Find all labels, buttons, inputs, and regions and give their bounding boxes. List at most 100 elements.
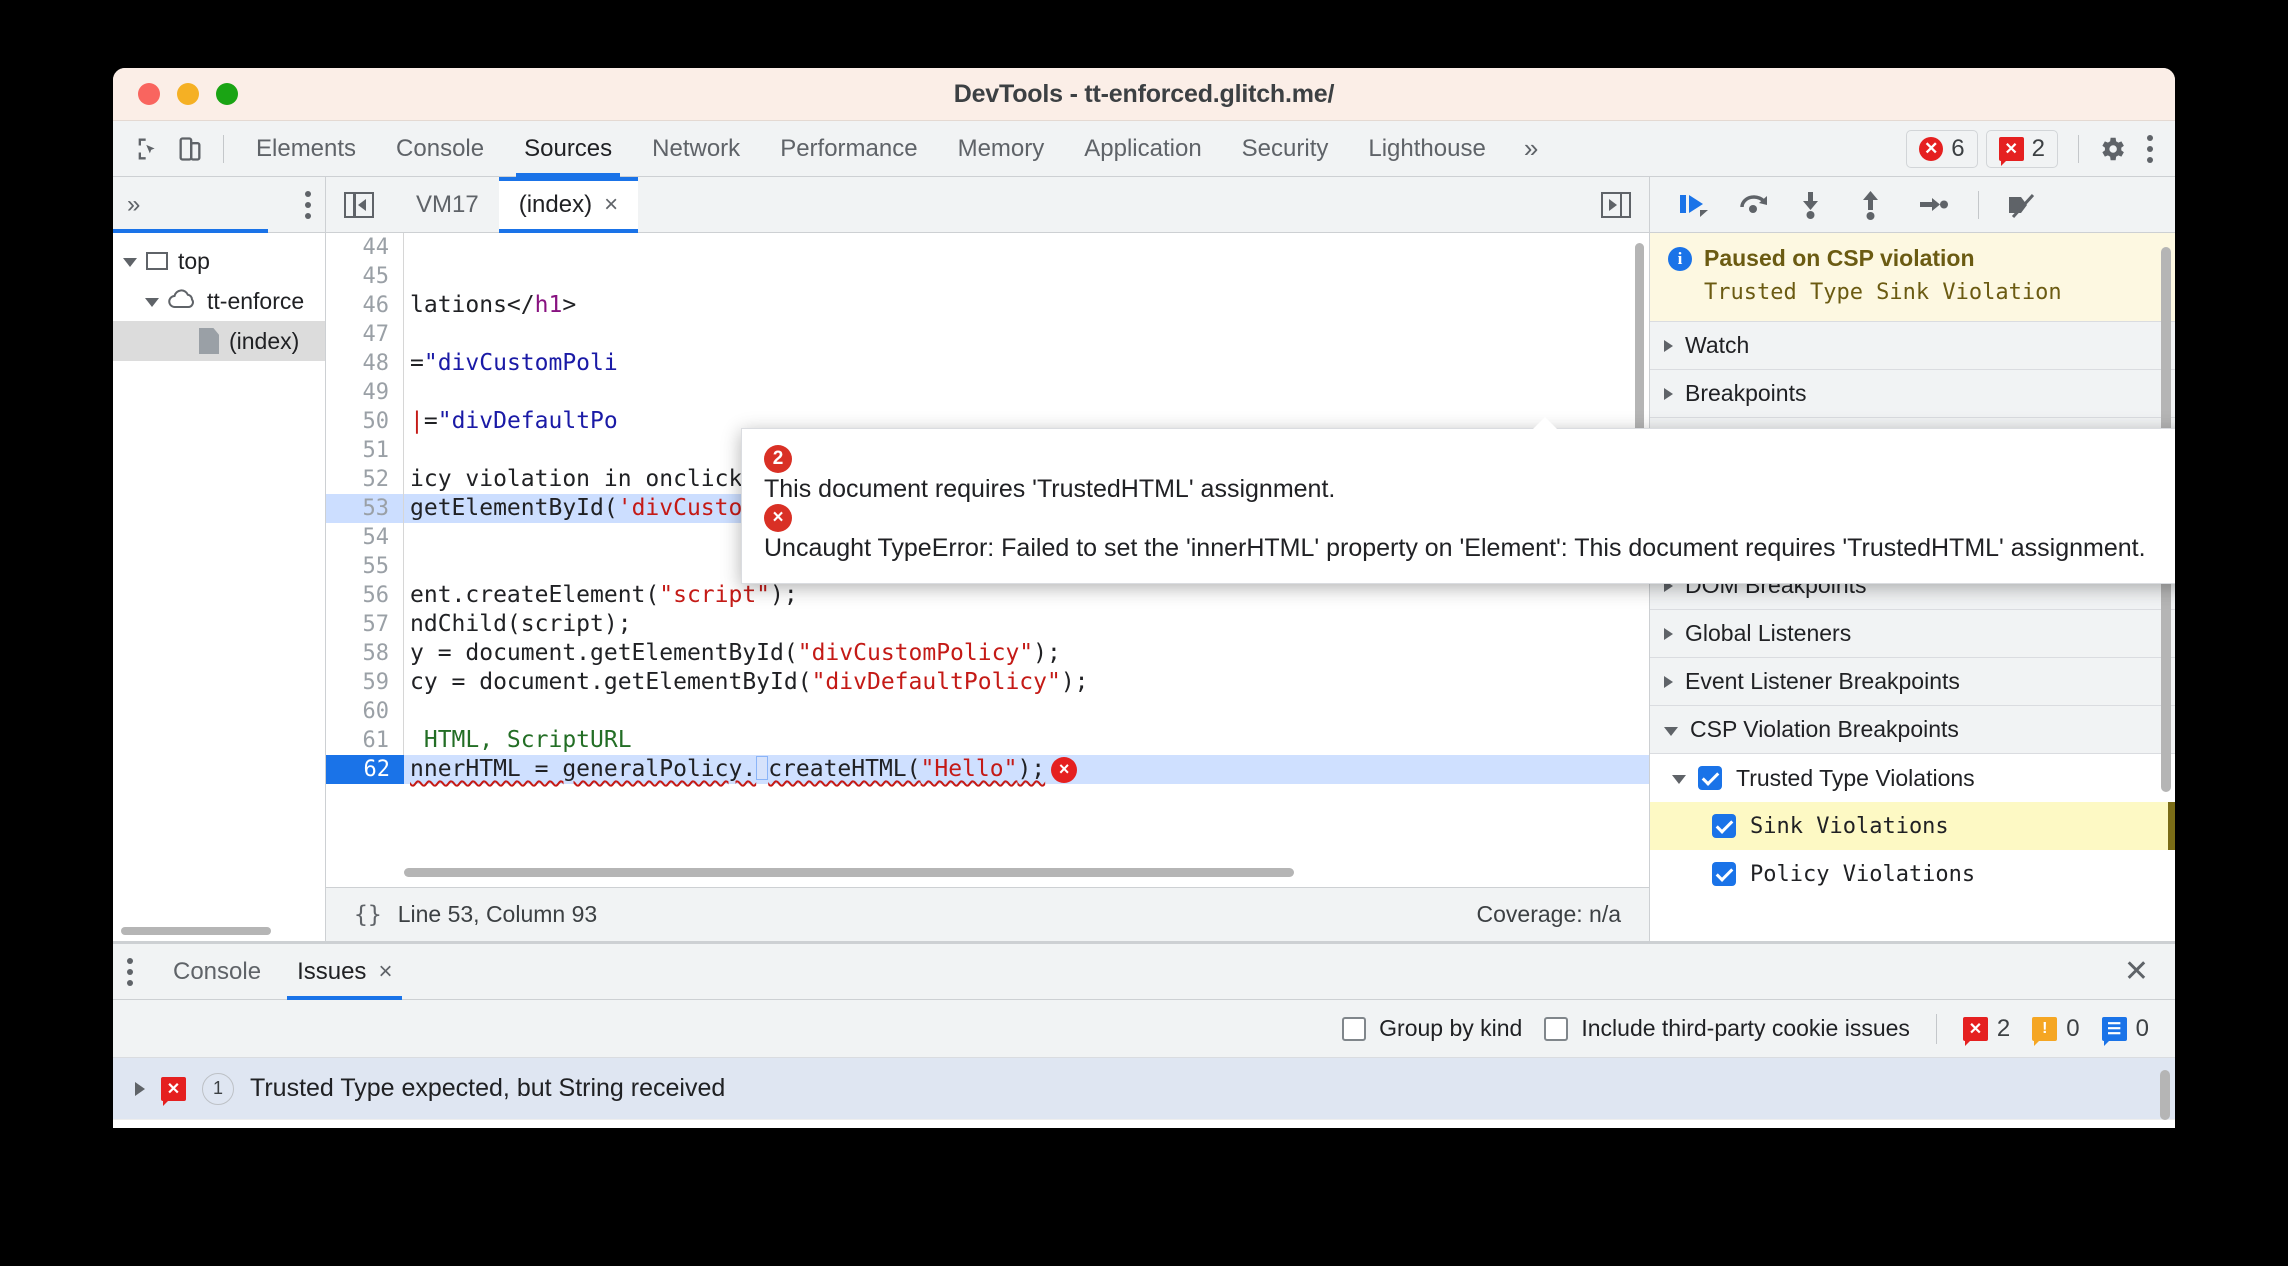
- page-tree: top tt-enforce (index): [113, 233, 325, 361]
- show-navigator-icon[interactable]: [344, 191, 374, 218]
- console-error-count-button[interactable]: ✕ 6: [1906, 129, 1978, 168]
- issues-count-button[interactable]: ✕ 2: [1985, 129, 2058, 168]
- step-over-next-function-call-icon[interactable]: [1738, 190, 1772, 220]
- policy-violations-checkbox[interactable]: [1712, 862, 1736, 886]
- issue-title: Trusted Type expected, but String receiv…: [250, 1074, 726, 1102]
- drawer-menu-icon[interactable]: [113, 957, 155, 986]
- line-error-icon[interactable]: ×: [1051, 756, 1078, 783]
- navigator-more-icon[interactable]: »: [127, 191, 140, 219]
- csp-item-trusted-type-violations[interactable]: Trusted Type Violations: [1650, 754, 2175, 802]
- section-breakpoints[interactable]: Breakpoints: [1650, 370, 2175, 418]
- csp-item-policy-violations[interactable]: Policy Violations: [1650, 850, 2175, 898]
- chevron-right-icon[interactable]: [1664, 339, 1673, 352]
- tab-security[interactable]: Security: [1222, 121, 1349, 177]
- drawer-tab-console-label: Console: [173, 957, 262, 985]
- line-number: 62: [326, 755, 404, 784]
- section-csp-violation-breakpoints[interactable]: CSP Violation Breakpoints: [1650, 706, 2175, 754]
- chevron-down-icon[interactable]: [1672, 775, 1686, 784]
- more-tabs-icon[interactable]: »: [1506, 121, 1556, 177]
- chevron-down-icon[interactable]: [145, 298, 159, 307]
- issue-bubble-icon: ✕: [1998, 136, 2024, 166]
- code-line: 61 HTML, ScriptURL: [326, 726, 1649, 755]
- close-icon[interactable]: ×: [604, 191, 618, 219]
- line-number: 60: [326, 697, 404, 726]
- paused-banner: i Paused on CSP violation Trusted Type S…: [1650, 233, 2175, 322]
- tab-network[interactable]: Network: [632, 121, 760, 177]
- csp-item-sink-violations-label: Sink Violations: [1750, 813, 1949, 839]
- chevron-right-icon[interactable]: [1664, 675, 1673, 688]
- frame-icon: [146, 252, 168, 270]
- close-drawer-icon[interactable]: ✕: [2098, 954, 2175, 989]
- issues-error-count: ✕ 2: [1962, 1015, 2010, 1046]
- step-out-of-current-function-icon[interactable]: [1858, 190, 1892, 220]
- tab-lighthouse[interactable]: Lighthouse: [1348, 121, 1505, 177]
- gear-icon[interactable]: [2091, 128, 2133, 170]
- tree-item-top[interactable]: top: [113, 241, 325, 281]
- tab-performance[interactable]: Performance: [760, 121, 937, 177]
- tree-item-domain[interactable]: tt-enforce: [113, 281, 325, 321]
- code-line: 57 ndChild(script);: [326, 610, 1649, 639]
- tab-memory[interactable]: Memory: [938, 121, 1065, 177]
- line-text: ="divCustomPoli: [410, 350, 618, 376]
- resume-script-execution-icon[interactable]: [1678, 190, 1712, 220]
- include-third-party-cookie-issues-checkbox[interactable]: Include third-party cookie issues: [1544, 1015, 1910, 1042]
- toolbar-divider: [223, 134, 224, 163]
- trusted-type-violations-checkbox[interactable]: [1698, 766, 1722, 790]
- tree-item-index[interactable]: (index): [113, 321, 325, 361]
- include-third-party-label: Include third-party cookie issues: [1581, 1015, 1910, 1041]
- chevron-right-icon[interactable]: [1664, 387, 1673, 400]
- code-horizontal-scrollbar[interactable]: [404, 868, 1294, 877]
- navigator-menu-icon[interactable]: [305, 190, 311, 219]
- line-number: 56: [326, 581, 404, 610]
- tab-console[interactable]: Console: [376, 121, 504, 177]
- checkbox-box[interactable]: [1544, 1016, 1569, 1041]
- inspect-element-icon[interactable]: [127, 128, 169, 170]
- step-icon[interactable]: [1918, 190, 1952, 220]
- devtools-drawer: Console Issues × ✕ Group by kind Include…: [113, 941, 2175, 1127]
- line-number: 50: [326, 407, 404, 436]
- debugger-toolbar: [1650, 177, 2175, 233]
- tree-item-domain-label: tt-enforce: [207, 287, 305, 314]
- editor-tabbar: VM17 (index) ×: [326, 176, 1649, 233]
- section-global-listeners[interactable]: Global Listeners: [1650, 610, 2175, 658]
- window-title-bar: DevTools - tt-enforced.glitch.me/: [113, 68, 2175, 121]
- line-number: 49: [326, 378, 404, 407]
- toolbar-divider-right: [2078, 134, 2079, 163]
- navigator-horizontal-scrollbar[interactable]: [121, 927, 271, 935]
- issues-vertical-scrollbar[interactable]: [2160, 1070, 2170, 1120]
- line-number: 48: [326, 349, 404, 378]
- code-line: 49: [326, 378, 1649, 407]
- section-event-listener-breakpoints[interactable]: Event Listener Breakpoints: [1650, 658, 2175, 706]
- pretty-print-icon[interactable]: {}: [354, 902, 382, 928]
- issue-row[interactable]: ✕ 1 Trusted Type expected, but String re…: [113, 1058, 2175, 1120]
- line-text: HTML, ScriptURL: [410, 727, 632, 753]
- csp-item-sink-violations[interactable]: Sink Violations: [1650, 802, 2175, 850]
- chevron-down-icon[interactable]: [1664, 726, 1678, 736]
- drawer-tab-issues[interactable]: Issues ×: [279, 944, 410, 1000]
- tab-elements[interactable]: Elements: [236, 121, 376, 177]
- checkbox-box[interactable]: [1342, 1016, 1367, 1041]
- tab-lighthouse-label: Lighthouse: [1368, 134, 1486, 162]
- close-icon[interactable]: ×: [378, 958, 392, 986]
- step-into-next-function-call-icon[interactable]: [1798, 190, 1832, 220]
- paused-title-row: i Paused on CSP violation: [1668, 245, 2157, 272]
- sink-violations-checkbox[interactable]: [1712, 814, 1736, 838]
- tab-application[interactable]: Application: [1064, 121, 1221, 177]
- tab-sources[interactable]: Sources: [504, 121, 632, 177]
- deactivate-breakpoints-icon[interactable]: [2005, 190, 2039, 220]
- group-by-kind-checkbox[interactable]: Group by kind: [1342, 1015, 1522, 1042]
- section-watch[interactable]: Watch: [1650, 322, 2175, 370]
- issue-row[interactable]: ✕ 1 Trusted Type policy creation blocked…: [113, 1120, 2175, 1127]
- chevron-right-icon[interactable]: [135, 1081, 145, 1096]
- code-line: 56 ent.createElement("script");: [326, 581, 1649, 610]
- editor-tab-vm17-label: VM17: [416, 190, 479, 218]
- chevron-down-icon[interactable]: [123, 258, 137, 267]
- device-toolbar-icon[interactable]: [169, 128, 211, 170]
- drawer-tab-console[interactable]: Console: [155, 944, 279, 1000]
- editor-tab-index[interactable]: (index) ×: [498, 176, 639, 233]
- editor-tab-vm17[interactable]: VM17: [396, 177, 499, 233]
- devtools-menu-icon[interactable]: [2133, 134, 2175, 163]
- show-debugger-icon[interactable]: [1601, 191, 1631, 218]
- code-line: 45: [326, 262, 1649, 291]
- chevron-right-icon[interactable]: [1664, 627, 1673, 640]
